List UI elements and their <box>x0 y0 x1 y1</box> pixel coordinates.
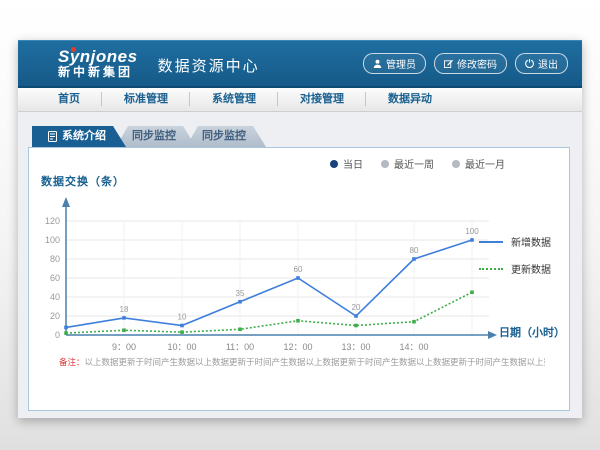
svg-text:12：00: 12：00 <box>283 342 312 352</box>
svg-text:80: 80 <box>410 246 419 255</box>
tab-label: 系统介绍 <box>62 126 106 147</box>
power-icon <box>525 59 534 68</box>
svg-text:20: 20 <box>50 311 60 321</box>
radio-label: 最近一周 <box>394 156 434 171</box>
svg-text:60: 60 <box>294 265 303 274</box>
time-range-filter: 当日 最近一周 最近一月 <box>330 156 505 171</box>
logo-text-cn: 新中新集团 <box>58 66 138 79</box>
radio-label: 当日 <box>343 156 363 171</box>
tab-label: 同步监控 <box>202 130 246 142</box>
radio-last-month[interactable]: 最近一月 <box>452 156 505 171</box>
svg-text:14：00: 14：00 <box>399 342 428 352</box>
logout-label: 退出 <box>538 56 558 71</box>
nav-item-interface-mgmt[interactable]: 对接管理 <box>278 88 366 111</box>
x-axis-title: 日期（小时） <box>499 324 565 340</box>
logout-button[interactable]: 退出 <box>515 53 568 74</box>
radio-selected-icon <box>330 160 338 168</box>
svg-text:120: 120 <box>45 216 60 226</box>
header-actions: 管理员 修改密码 退出 <box>363 53 568 74</box>
line-chart: 0 20 40 60 80 100 120 9：00 10：00 11：00 12：00 13：00 1… <box>37 190 571 365</box>
footnote-prefix: 备注： <box>59 357 85 367</box>
brand-logo: Synjones 新中新集团 <box>58 48 138 78</box>
svg-text:60: 60 <box>50 273 60 283</box>
svg-text:100: 100 <box>465 227 479 236</box>
svg-text:10：00: 10：00 <box>167 342 196 352</box>
footnote-text: 以上数据更新于时间产生数据以上数据更新于时间产生数据以上数据更新于时间产生数据以… <box>85 357 545 367</box>
edit-icon <box>444 59 453 68</box>
blue-line-swatch-icon <box>479 241 503 243</box>
change-password-button[interactable]: 修改密码 <box>434 53 507 74</box>
green-dotted-swatch-icon <box>479 268 503 270</box>
admin-user-label: 管理员 <box>386 56 416 71</box>
svg-text:100: 100 <box>45 235 60 245</box>
svg-text:40: 40 <box>50 292 60 302</box>
tab-bar: 系统介绍 同步监控 同步监控 <box>32 126 266 147</box>
tab-label: 同步监控 <box>132 130 176 142</box>
logo-text-en: Synjones <box>58 48 138 66</box>
admin-user-button[interactable]: 管理员 <box>363 53 426 74</box>
nav-item-home[interactable]: 首页 <box>36 88 102 111</box>
svg-text:80: 80 <box>50 254 60 264</box>
legend-item-new-data: 新增数据 <box>479 234 551 249</box>
radio-unselected-icon <box>452 160 460 168</box>
radio-unselected-icon <box>381 160 389 168</box>
svg-text:9：00: 9：00 <box>112 342 136 352</box>
nav-item-system-mgmt[interactable]: 系统管理 <box>190 88 278 111</box>
user-icon <box>373 59 382 68</box>
nav-item-data-change[interactable]: 数据异动 <box>366 88 454 111</box>
tab-system-intro[interactable]: 系统介绍 <box>32 126 126 147</box>
change-password-label: 修改密码 <box>457 56 497 71</box>
svg-text:0: 0 <box>55 330 60 340</box>
legend-label: 新增数据 <box>511 234 551 249</box>
app-window: Synjones 新中新集团 数据资源中心 管理员 修改密码 退出 首页 标准管… <box>18 40 582 418</box>
footnote: 备注：以上数据更新于时间产生数据以上数据更新于时间产生数据以上数据更新于时间产生… <box>59 356 545 368</box>
radio-label: 最近一月 <box>465 156 505 171</box>
chart-panel: 当日 最近一周 最近一月 数据交换（条） 0 20 40 60 80 100 120 9：00… <box>28 147 570 411</box>
tab-sync-monitor-1[interactable]: 同步监控 <box>116 126 196 147</box>
svg-text:11：00: 11：00 <box>226 342 254 352</box>
legend-item-updated-data: 更新数据 <box>479 261 551 276</box>
radio-last-week[interactable]: 最近一周 <box>381 156 434 171</box>
tab-sync-monitor-2[interactable]: 同步监控 <box>186 126 266 147</box>
app-header: Synjones 新中新集团 数据资源中心 管理员 修改密码 退出 <box>18 40 582 88</box>
page-title: 数据资源中心 <box>158 55 260 76</box>
svg-text:35: 35 <box>236 289 245 298</box>
svg-text:18: 18 <box>120 305 129 314</box>
chart-legend: 新增数据 更新数据 <box>479 234 551 276</box>
document-icon <box>48 131 57 142</box>
legend-label: 更新数据 <box>511 261 551 276</box>
svg-text:20: 20 <box>352 303 361 312</box>
svg-text:10: 10 <box>178 313 187 322</box>
radio-today[interactable]: 当日 <box>330 156 363 171</box>
y-axis-title: 数据交换（条） <box>41 173 125 189</box>
svg-text:13：00: 13：00 <box>341 342 370 352</box>
content-area: 系统介绍 同步监控 同步监控 当日 最近一周 <box>18 112 582 418</box>
nav-item-standard-mgmt[interactable]: 标准管理 <box>102 88 190 111</box>
main-nav: 首页 标准管理 系统管理 对接管理 数据异动 <box>18 88 582 112</box>
